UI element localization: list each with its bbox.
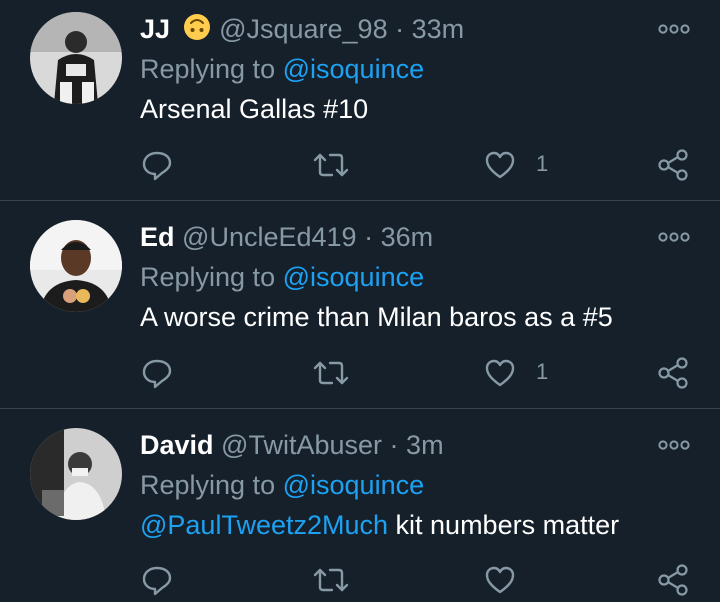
share-icon	[658, 149, 688, 181]
share-button[interactable]	[656, 356, 690, 390]
share-icon	[658, 564, 688, 596]
replying-to-mention[interactable]: @isoquince	[283, 54, 425, 84]
avatar-image	[30, 220, 122, 312]
replying-to-mention[interactable]: @isoquince	[283, 262, 425, 292]
timestamp[interactable]: 3m	[406, 430, 444, 460]
share-button[interactable]	[656, 563, 690, 597]
replying-label: Replying to	[140, 262, 276, 292]
reply-button[interactable]	[140, 563, 174, 597]
replying-to: Replying to @isoquince	[140, 52, 424, 86]
reply-icon	[142, 566, 172, 596]
avatar[interactable]	[30, 428, 122, 520]
like-button[interactable]	[484, 358, 516, 388]
reply-icon	[142, 359, 172, 389]
tweet-text: Arsenal Gallas #10	[140, 94, 369, 124]
retweet-button[interactable]	[312, 565, 350, 595]
user-handle[interactable]: @UncleEd419	[182, 222, 357, 252]
like-count: 1	[536, 151, 549, 176]
avatar[interactable]	[30, 220, 122, 312]
replying-to: Replying to @isoquince	[140, 260, 424, 294]
tweet-2[interactable]: Ed @UncleEd419 · 36m Replying to @isoqui…	[0, 201, 720, 408]
reply-icon	[142, 151, 172, 181]
more-options-icon[interactable]	[657, 230, 691, 244]
tweet-text: A worse crime than Milan baros as a #5	[140, 302, 613, 332]
separator: ·	[364, 222, 374, 252]
display-name[interactable]: Ed	[140, 222, 175, 252]
like-count: 1	[536, 359, 549, 384]
reply-button[interactable]	[140, 148, 174, 182]
user-handle[interactable]: @Jsquare_98	[219, 14, 388, 44]
more-options-icon[interactable]	[657, 438, 691, 452]
separator: ·	[389, 430, 399, 460]
reply-button[interactable]	[140, 356, 174, 390]
timestamp[interactable]: 33m	[412, 14, 465, 44]
separator: ·	[395, 14, 405, 44]
timestamp[interactable]: 36m	[381, 222, 434, 252]
tweet-mention[interactable]: @PaulTweetz2Much	[140, 510, 388, 540]
display-name[interactable]: David	[140, 430, 214, 460]
retweet-button[interactable]	[312, 150, 350, 180]
retweet-icon	[313, 568, 349, 592]
retweet-icon	[313, 361, 349, 385]
like-button[interactable]	[484, 565, 516, 595]
more-options-icon[interactable]	[657, 22, 691, 36]
like-icon	[485, 566, 515, 594]
replying-label: Replying to	[140, 54, 276, 84]
user-handle[interactable]: @TwitAbuser	[221, 430, 382, 460]
tweet-text: @PaulTweetz2Much kit numbers matter	[140, 508, 619, 542]
tweet-text-rest: kit numbers matter	[388, 510, 620, 540]
replying-to-mention[interactable]: @isoquince	[283, 470, 425, 500]
share-button[interactable]	[656, 148, 690, 182]
display-name[interactable]: JJ	[140, 14, 170, 44]
like-icon	[485, 151, 515, 179]
tweet-3[interactable]: David @TwitAbuser · 3m Replying to @isoq…	[0, 409, 720, 602]
avatar[interactable]	[30, 12, 122, 104]
like-button[interactable]	[484, 150, 516, 180]
replying-label: Replying to	[140, 470, 276, 500]
retweet-button[interactable]	[312, 358, 350, 388]
like-icon	[485, 359, 515, 387]
avatar-image	[30, 12, 122, 104]
retweet-icon	[313, 153, 349, 177]
replying-to: Replying to @isoquince	[140, 468, 424, 502]
upside-down-face-emoji-icon	[182, 12, 212, 50]
tweet-1[interactable]: JJ @Jsquare_98 · 33m Replying to @isoqui…	[0, 0, 720, 200]
share-icon	[658, 357, 688, 389]
avatar-image	[30, 428, 122, 520]
